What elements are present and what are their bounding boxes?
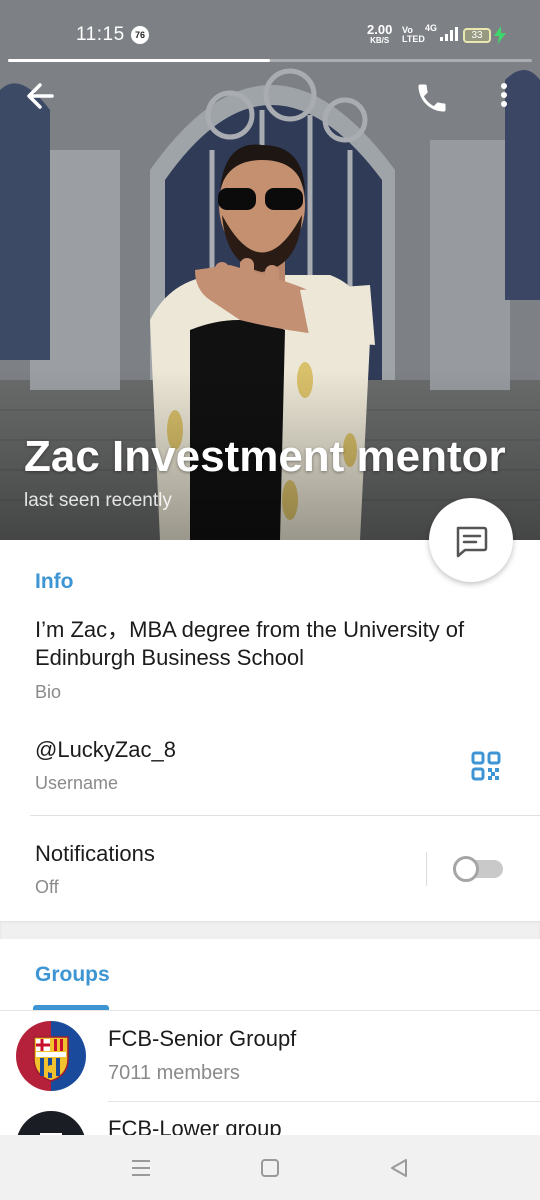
charging-icon [494, 26, 506, 44]
group-list-item[interactable]: FCB-Senior Groupf 7011 members [0, 1012, 540, 1102]
section-gap [0, 921, 540, 939]
group-list-item[interactable]: FCB-Lower group [0, 1102, 540, 1135]
last-seen-status: last seen recently [24, 490, 172, 511]
toggle-knob [453, 856, 479, 882]
system-nav-bar [0, 1135, 540, 1200]
notifications-state: Off [35, 877, 59, 897]
more-options-button[interactable] [494, 80, 514, 112]
vertical-separator [426, 852, 427, 886]
groups-tab[interactable]: Groups [35, 963, 110, 987]
nav-home-button[interactable] [257, 1155, 283, 1181]
call-button[interactable] [414, 80, 450, 116]
volte-indicator: Vo LTED [402, 25, 425, 44]
back-arrow-icon [27, 83, 54, 109]
media-progress-fill [8, 59, 270, 62]
info-section-title: Info [35, 570, 74, 593]
home-square-icon [261, 1159, 279, 1177]
network-speed: 2.00 KB/S [367, 23, 392, 46]
battery-indicator: 33 [463, 28, 491, 43]
bio-label: Bio [35, 682, 62, 702]
profile-name: Zac Investment mentor [24, 432, 506, 481]
username-value[interactable]: @LuckyZac_8 [35, 737, 176, 763]
divider [30, 815, 540, 816]
group-members: 7011 members [108, 1062, 240, 1084]
group-avatar [16, 1111, 86, 1135]
status-bar: 11:15 76 2.00 KB/S Vo LTED 4G 33 [0, 0, 540, 60]
back-button[interactable] [22, 80, 62, 112]
username-label: Username [35, 773, 119, 793]
group-avatar [16, 1021, 86, 1091]
message-icon [456, 526, 488, 558]
group-name: FCB-Lower group [108, 1116, 282, 1135]
notification-badge: 76 [131, 26, 149, 44]
media-progress [8, 59, 532, 62]
network-speed-unit: KB/S [370, 36, 390, 45]
phone-icon [418, 84, 446, 112]
bio-text[interactable]: I’m Zac，MBA degree from the University o… [35, 616, 515, 672]
back-triangle-icon [391, 1159, 407, 1177]
more-vertical-icon [501, 83, 507, 107]
tab-underline [0, 1010, 540, 1011]
network-type: 4G [425, 23, 438, 33]
profile-screen: 11:15 76 2.00 KB/S Vo LTED 4G 33 Zac Inv… [0, 0, 540, 1200]
group-crest-icon [16, 1111, 86, 1135]
nav-back-button[interactable] [386, 1155, 412, 1181]
message-button[interactable] [429, 498, 513, 582]
qr-code-button[interactable] [470, 750, 502, 782]
fcb-crest-icon [16, 1021, 86, 1091]
group-name: FCB-Senior Groupf [108, 1026, 297, 1051]
menu-icon [132, 1160, 150, 1176]
notifications-toggle[interactable] [453, 856, 505, 882]
profile-photo[interactable]: 11:15 76 2.00 KB/S Vo LTED 4G 33 Zac Inv… [0, 0, 540, 540]
nav-menu-button[interactable] [128, 1155, 154, 1181]
notifications-label[interactable]: Notifications [35, 841, 155, 867]
signal-icon [440, 27, 458, 41]
status-time: 11:15 [76, 24, 125, 45]
qr-code-icon [471, 751, 501, 781]
